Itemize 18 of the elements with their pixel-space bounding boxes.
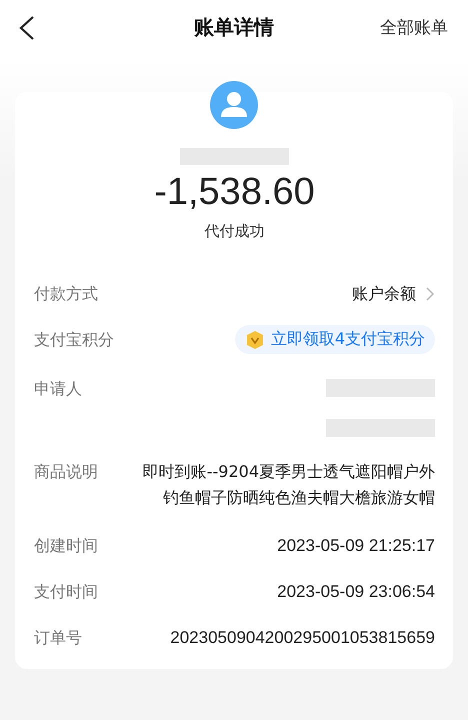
row-label: 订单号: [34, 627, 82, 649]
row-label: 商品说明: [34, 461, 98, 483]
row-value: 2023-05-09 21:25:17: [277, 535, 435, 557]
coin-icon: [244, 330, 265, 350]
row-value: 即时到账--9204夏季男士透气遮阳帽户外钓鱼帽子防晒纯色渔夫帽大檐旅游女帽: [142, 461, 435, 509]
all-bills-link[interactable]: 全部账单: [380, 16, 448, 39]
row-label: 支付宝积分: [34, 329, 114, 351]
row-label: 付款方式: [34, 283, 98, 305]
row-label: 申请人: [34, 378, 82, 400]
points-button[interactable]: 立即领取4支付宝积分: [234, 325, 435, 354]
row-value: 2023050904200295001053815659: [170, 627, 435, 649]
row-label: 创建时间: [34, 535, 98, 557]
payment-status: 代付成功: [204, 222, 264, 241]
payment-method-value[interactable]: 账户余额: [352, 283, 416, 305]
amount: -1,538.60: [154, 171, 315, 214]
row-label: 支付时间: [34, 581, 98, 603]
page-title: 账单详情: [194, 15, 274, 39]
row-value: 2023-05-09 23:06:54: [277, 581, 435, 603]
